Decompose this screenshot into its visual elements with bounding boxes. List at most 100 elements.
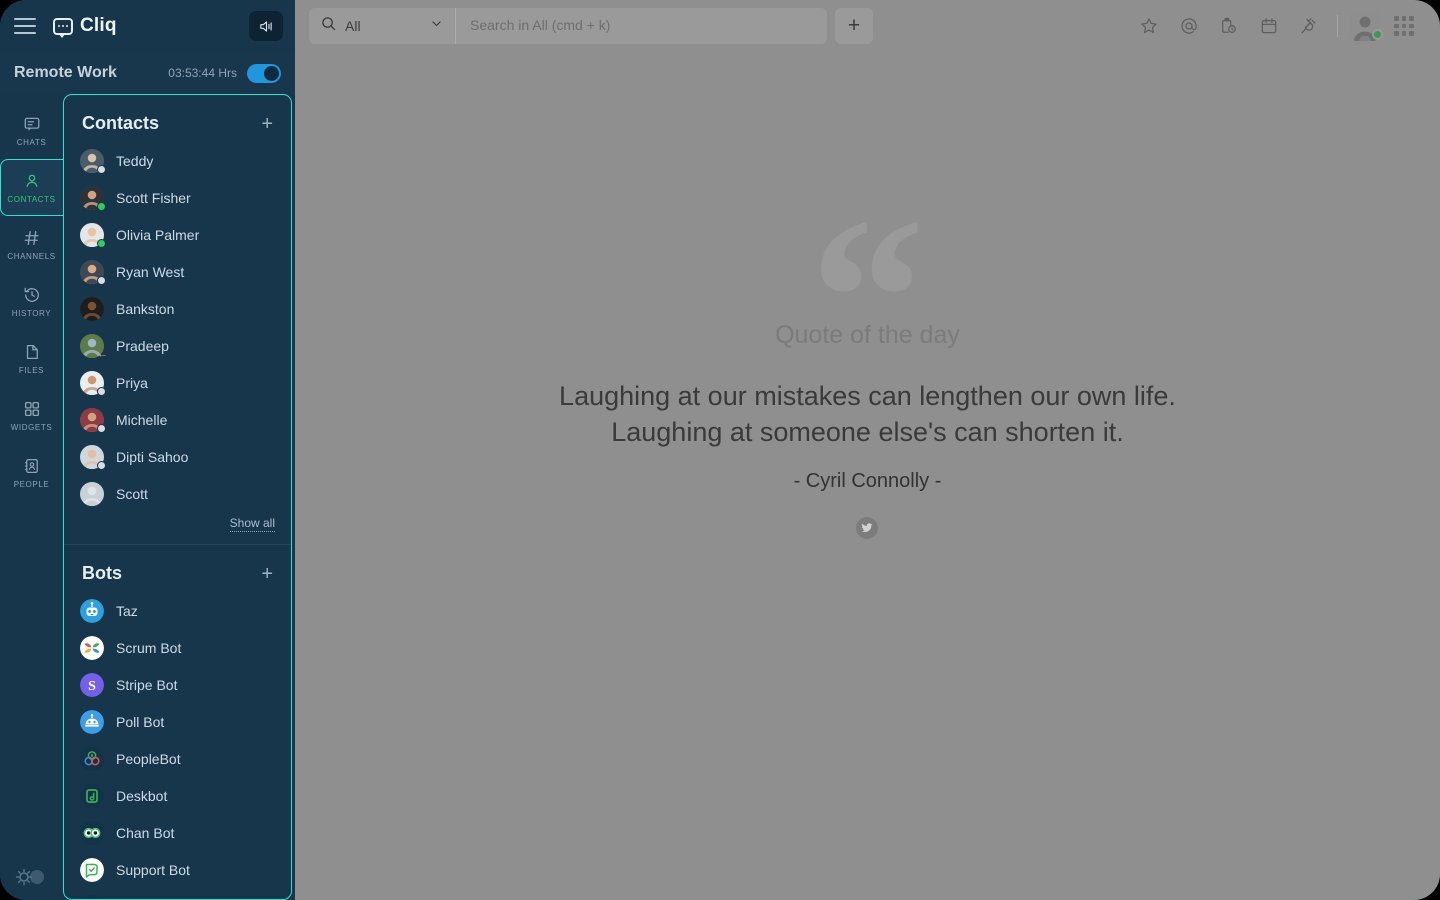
reminder-clipboard-icon[interactable] — [1209, 6, 1249, 46]
twitter-icon[interactable] — [856, 517, 879, 539]
status-badge-offline — [97, 386, 106, 396]
show-all-contacts-link[interactable]: Show all — [229, 516, 275, 532]
search-scope-dropdown[interactable]: All — [309, 8, 456, 44]
bots-section-header: Bots + — [64, 545, 291, 592]
bot-name: Chan Bot — [116, 824, 175, 841]
contact-row[interactable]: Bankston — [64, 290, 291, 327]
sidebar-item-label: PEOPLE — [13, 479, 50, 489]
bot-row[interactable]: My bot — [64, 888, 291, 899]
sidebar-item-widgets[interactable]: WIDGETS — [0, 387, 63, 444]
search-box[interactable]: All Search in All (cmd + k) — [309, 8, 827, 44]
bot-row[interactable]: Chan Bot — [64, 814, 291, 851]
add-bot-button[interactable]: + — [261, 564, 273, 584]
search-input[interactable]: Search in All (cmd + k) — [456, 17, 827, 35]
status-title: Remote Work — [14, 64, 117, 81]
contact-row[interactable]: Dipti Sahoo — [64, 438, 291, 475]
contact-row[interactable]: Scott Fisher — [64, 179, 291, 216]
top-right-icons — [1129, 6, 1424, 46]
eyes-icon — [80, 820, 104, 845]
search-group: All Search in All (cmd + k) + — [309, 8, 873, 44]
desk-icon — [80, 783, 104, 808]
contact-row[interactable]: Olivia Palmer — [64, 216, 291, 253]
quote-line-1: Laughing at our mistakes can lengthen ou… — [559, 381, 1176, 411]
bot-name: Poll Bot — [116, 713, 165, 730]
chat-icon — [23, 115, 41, 133]
hash-icon — [23, 229, 41, 247]
status-bar: Remote Work 03:53:44 Hrs — [0, 52, 295, 94]
bot-name: PeopleBot — [116, 750, 181, 767]
apps-grid-icon[interactable] — [1384, 6, 1424, 46]
sidebar-item-people[interactable]: PEOPLE — [0, 444, 63, 501]
new-chat-button[interactable]: + — [835, 8, 873, 44]
panel-scroll[interactable]: Contacts + Teddy Scott Fisher Olivia Palme… — [64, 95, 291, 899]
contact-row[interactable]: Michelle — [64, 401, 291, 438]
contact-avatar — [80, 407, 106, 433]
support-icon — [80, 857, 104, 882]
contact-avatar — [80, 185, 106, 211]
status-toggle[interactable] — [247, 63, 281, 83]
quote-of-the-day: “ Quote of the day Laughing at our mista… — [295, 0, 1440, 900]
sidebar-item-files[interactable]: FILES — [0, 330, 63, 387]
contact-row[interactable]: ← Pradeep — [64, 327, 291, 364]
calendar-icon[interactable] — [1249, 6, 1289, 46]
sidebar-item-history[interactable]: HISTORY — [0, 273, 63, 330]
status-badge-away: ← — [97, 347, 108, 360]
bot-row[interactable]: Deskbot — [64, 777, 291, 814]
hamburger-icon[interactable] — [14, 18, 36, 34]
bot-row[interactable]: Scrum Bot — [64, 629, 291, 666]
contact-avatar — [80, 148, 106, 174]
status-badge-offline — [97, 423, 106, 433]
bots-title: Bots — [82, 563, 122, 583]
avatar[interactable] — [1350, 11, 1383, 41]
sidebar-item-contacts[interactable]: CONTACTS — [0, 159, 63, 216]
robot-icon — [80, 598, 104, 623]
pinwheel-icon — [80, 635, 104, 660]
contact-avatar — [80, 444, 106, 470]
contact-name: Michelle — [116, 411, 168, 428]
contact-row[interactable]: Priya — [64, 364, 291, 401]
eyes-icon — [80, 894, 104, 899]
search-icon — [321, 16, 336, 36]
bot-row[interactable]: Support Bot — [64, 851, 291, 888]
bot-row[interactable]: Poll Bot — [64, 703, 291, 740]
plug-icon[interactable] — [1289, 6, 1329, 46]
status-badge-offline — [97, 460, 106, 470]
add-contact-button[interactable]: + — [261, 114, 273, 134]
contacts-section-header: Contacts + — [64, 95, 291, 142]
speaker-icon[interactable] — [249, 11, 283, 41]
sidebar-lower: CHATS CONTACTS CHANNELS HISTORY FILES WI… — [0, 94, 295, 900]
bot-name: Support Bot — [116, 861, 190, 878]
letter-s-icon: S — [80, 672, 104, 697]
mention-icon[interactable] — [1169, 6, 1209, 46]
bot-row[interactable]: Taz — [64, 592, 291, 629]
sun-theme-toggle-icon[interactable] — [14, 868, 46, 886]
sidebar-item-channels[interactable]: CHANNELS — [0, 216, 63, 273]
sidebar-item-label: FILES — [18, 365, 45, 375]
show-all-wrap: Show all — [64, 512, 291, 544]
bot-row[interactable]: PeopleBot — [64, 740, 291, 777]
person-icon — [23, 172, 41, 190]
app-logo: Cliq — [53, 15, 117, 38]
contact-name: Priya — [116, 374, 148, 391]
sidebar-item-chats[interactable]: CHATS — [0, 102, 63, 159]
quote-author: - Cyril Connolly - — [793, 470, 942, 492]
svg-text:S: S — [88, 679, 96, 694]
bots-list: Taz Scrum Bot S Stripe Bot Poll Bot PeopleBot… — [64, 592, 291, 899]
sidebar-item-label: WIDGETS — [10, 422, 53, 432]
star-icon[interactable] — [1129, 6, 1169, 46]
status-badge-online — [97, 238, 106, 248]
contact-row[interactable]: Scott — [64, 475, 291, 512]
contact-name: Pradeep — [116, 337, 169, 354]
sidebar-item-label: CONTACTS — [7, 194, 56, 204]
contact-row[interactable]: Teddy — [64, 142, 291, 179]
contact-avatar — [80, 370, 106, 396]
left-sidebar: Cliq Remote Work 03:53:44 Hrs CHATS CONT… — [0, 0, 295, 900]
sidebar-item-label: CHATS — [16, 137, 47, 147]
search-placeholder: Search in All (cmd + k) — [470, 17, 611, 33]
quote-label: Quote of the day — [775, 321, 960, 349]
contact-row[interactable]: Ryan West — [64, 253, 291, 290]
sidebar-item-label: HISTORY — [11, 308, 52, 318]
contact-avatar — [80, 259, 106, 285]
toolbar-divider — [1337, 15, 1338, 37]
bot-row[interactable]: S Stripe Bot — [64, 666, 291, 703]
